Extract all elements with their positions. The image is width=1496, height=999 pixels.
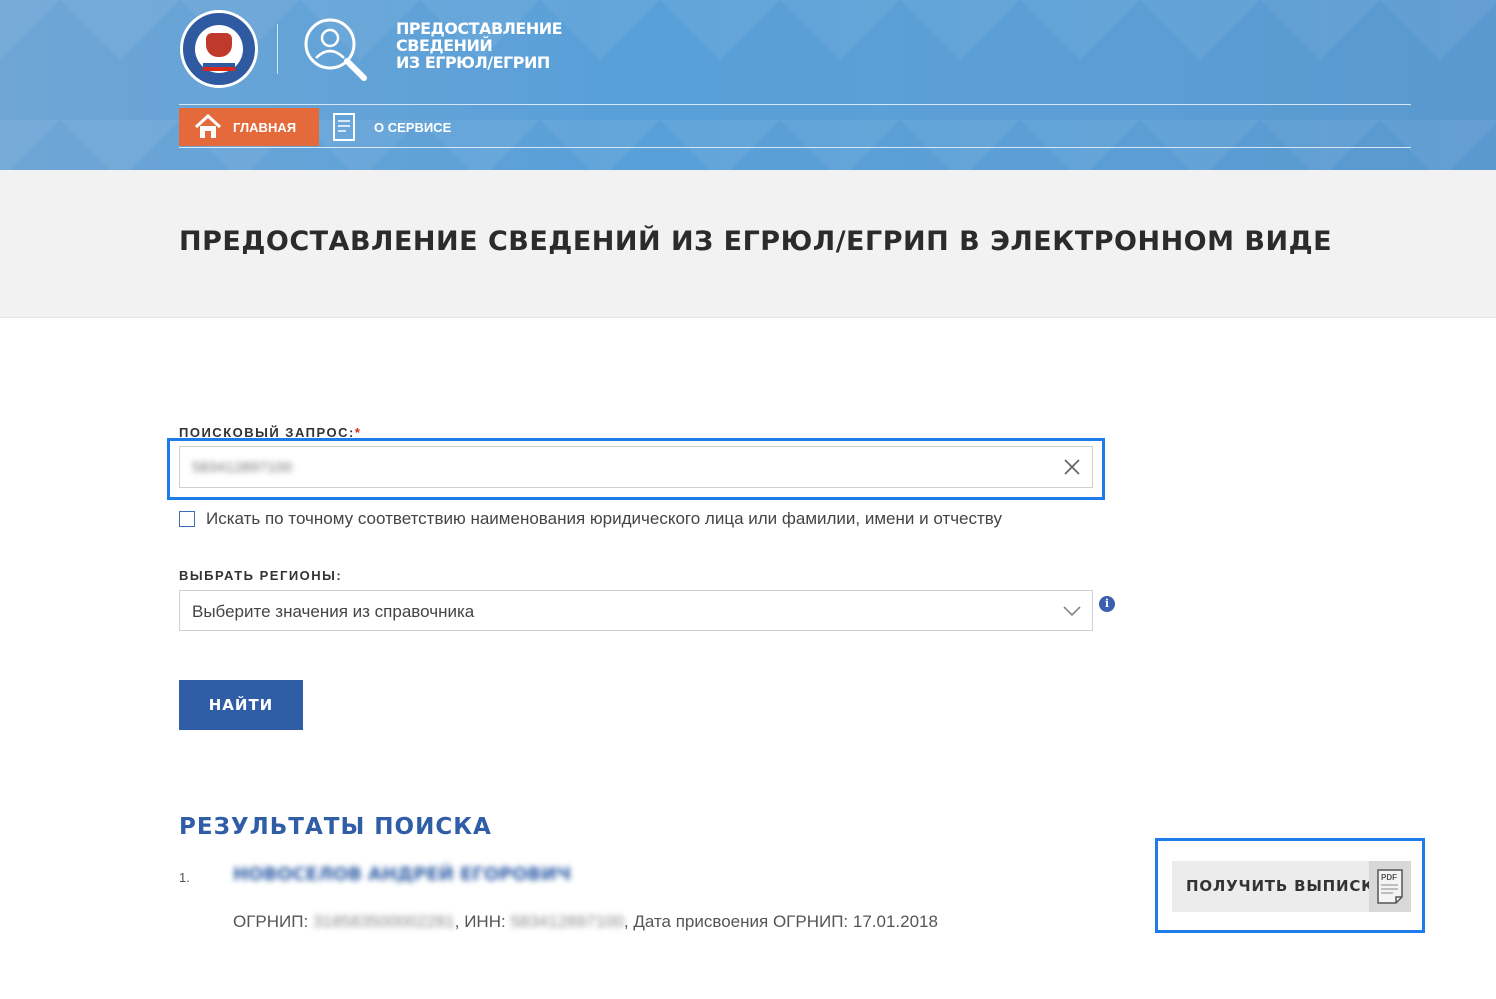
pdf-icon-box: PDF: [1369, 861, 1411, 912]
find-button[interactable]: НАЙТИ: [179, 680, 303, 730]
result-number: 1.: [179, 870, 190, 885]
region-select[interactable]: Выберите значения из справочника: [179, 590, 1093, 631]
result-details: ОГРНИП: 318583500002281, ИНН: 5834128971…: [233, 912, 938, 932]
search-input-value: 583412897100: [192, 459, 293, 476]
document-icon: [333, 113, 355, 141]
fns-emblem-logo[interactable]: [180, 10, 258, 88]
page-title: ПРЕДОСТАВЛЕНИЕ СВЕДЕНИЙ ИЗ ЕГРЮЛ/ЕГРИП В…: [179, 226, 1333, 257]
search-input[interactable]: 583412897100: [179, 446, 1093, 488]
get-extract-button[interactable]: ПОЛУЧИТЬ ВЫПИСКУ PDF: [1172, 861, 1411, 912]
pdf-icon-text: PDF: [1381, 873, 1397, 882]
site-header: ПРЕДОСТАВЛЕНИЕ СВЕДЕНИЙ ИЗ ЕГРЮЛ/ЕГРИП Г…: [0, 0, 1496, 170]
logo-title-line-2: СВЕДЕНИЙ: [396, 36, 493, 55]
date-value: 17.01.2018: [852, 912, 938, 931]
chevron-down-icon: [1063, 606, 1081, 617]
result-name-link[interactable]: НОВОСЕЛОВ АНДРЕЙ ЕГОРОВИЧ: [233, 864, 571, 885]
service-search-person-icon: [304, 18, 367, 81]
nav-about-button[interactable]: О СЕРВИСЕ: [332, 108, 451, 146]
ogrnip-value: 318583500002281: [312, 912, 455, 931]
logo-divider: [277, 24, 278, 74]
results-title: РЕЗУЛЬТАТЫ ПОИСКА: [179, 814, 492, 840]
get-extract-label: ПОЛУЧИТЬ ВЫПИСКУ: [1186, 877, 1387, 895]
service-logo-title: ПРЕДОСТАВЛЕНИЕ СВЕДЕНИЙ ИЗ ЕГРЮЛ/ЕГРИП: [396, 20, 576, 71]
nav-about-label: О СЕРВИСЕ: [374, 119, 452, 135]
clear-icon[interactable]: [1062, 457, 1082, 477]
region-label: ВЫБРАТЬ РЕГИОНЫ:: [179, 568, 343, 583]
nav-top-line: [179, 104, 1411, 105]
ogrnip-label: ОГРНИП:: [233, 912, 313, 931]
nav-bottom-line: [179, 147, 1411, 148]
home-icon: [194, 114, 222, 138]
exact-match-label[interactable]: Искать по точному соответствию наименова…: [206, 509, 1002, 529]
inn-label: , ИНН:: [454, 912, 511, 931]
info-icon[interactable]: i: [1099, 596, 1115, 612]
exact-match-checkbox[interactable]: [179, 511, 195, 527]
pdf-icon: PDF: [1377, 869, 1403, 904]
nav-home-label: ГЛАВНАЯ: [233, 119, 297, 135]
logo-title-line-3: ИЗ ЕГРЮЛ/ЕГРИП: [396, 53, 550, 72]
region-select-placeholder: Выберите значения из справочника: [192, 602, 475, 621]
nav-home-button[interactable]: ГЛАВНАЯ: [179, 108, 319, 146]
logo-title-line-1: ПРЕДОСТАВЛЕНИЕ: [396, 19, 563, 38]
inn-value: 583412897100: [510, 912, 624, 931]
date-label: , Дата присвоения ОГРНИП:: [623, 912, 853, 931]
